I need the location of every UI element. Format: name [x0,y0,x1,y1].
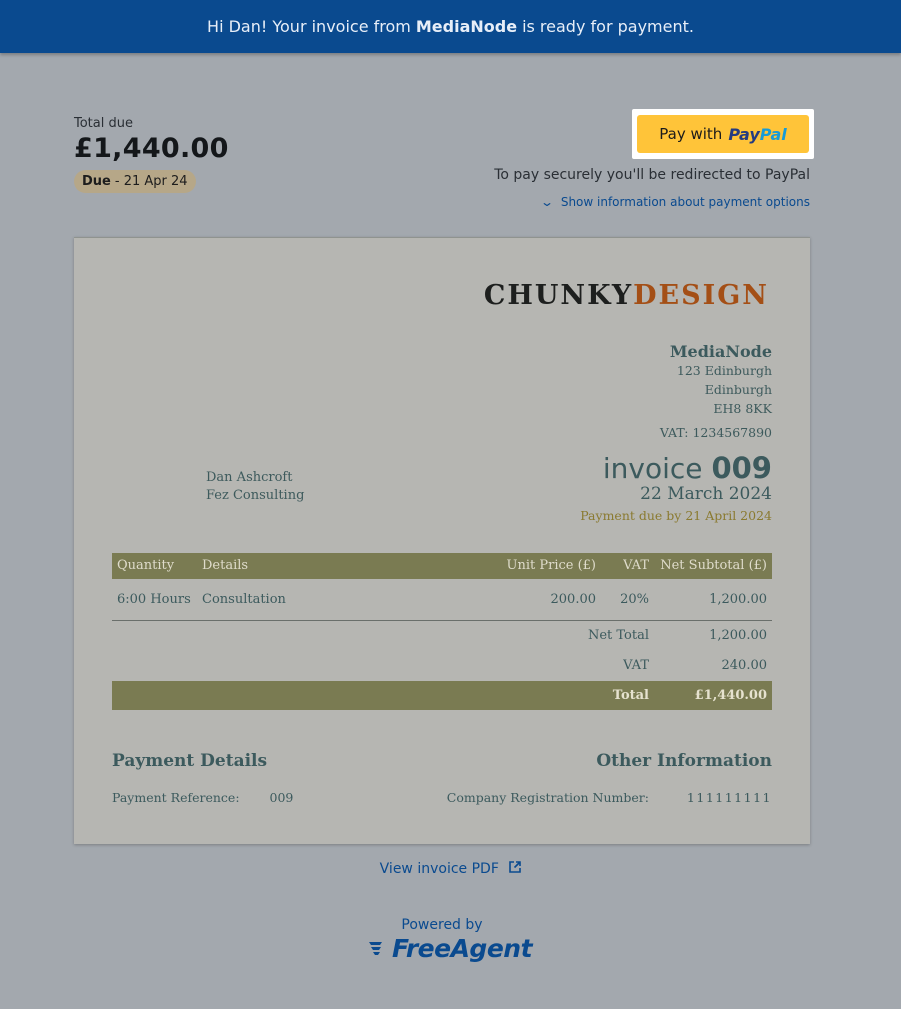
invoice-preview: CHUNKYDESIGN MediaNode 123 Edinburgh Edi… [74,237,810,844]
row-quantity: 6:00 Hours [117,592,191,607]
grand-total-label: Total [612,688,649,703]
sender-vat: VAT: 1234567890 [659,425,772,440]
invoice-title: invoice 009 [603,451,772,485]
header-details: Details [202,558,249,573]
invoice-number: 009 [711,451,772,485]
payment-reference-value: 009 [269,790,294,805]
freeagent-wing-icon [369,941,382,955]
header-quantity: Quantity [117,558,175,573]
payment-details-heading: Payment Details [112,751,268,771]
invoice-payment-due: Payment due by 21 April 2024 [580,508,772,523]
client-name: Dan Ashcroft [206,470,293,485]
paypal-button-frame: Pay with Pay Pal [632,109,814,159]
net-total-value: 1,200.00 [709,628,767,643]
invoice-items-table: Quantity Details Unit Price (£) VAT Net … [112,553,772,710]
pay-with-paypal-button[interactable]: Pay with Pay Pal [637,115,809,153]
company-registration: Company Registration Number: 111111111 [447,790,772,805]
sender-address-line: Edinburgh [704,382,772,397]
row-net-subtotal: 1,200.00 [709,592,767,607]
total-due-amount: £1,440.00 [74,133,229,164]
company-registration-label: Company Registration Number: [446,790,649,805]
invoice-title-word: invoice [602,452,703,485]
row-unit-price: 200.00 [550,592,597,607]
show-payment-options-link[interactable]: ⌄ Show information about payment options [539,195,810,209]
client-address: Dan Ashcroft Fez Consulting [206,469,304,505]
logo-part-1: CHUNKY [483,280,634,311]
freeagent-logo: FreeAgent [368,934,533,963]
net-total-row: Net Total 1,200.00 [112,621,772,651]
header-unit-price: Unit Price (£) [506,558,596,573]
due-date: - 21 Apr 24 [114,174,188,189]
payment-reference: Payment Reference: 009 [112,790,293,805]
payment-reference-label: Payment Reference: [112,790,240,805]
vat-total-label: VAT [623,658,649,673]
header-net-subtotal: Net Subtotal (£) [660,558,767,573]
chevron-down-icon: ⌄ [539,195,554,209]
other-information-heading: Other Information [596,751,772,771]
grand-total-value: £1,440.00 [694,688,767,703]
sender-address: MediaNode 123 Edinburgh Edinburgh EH8 8K… [660,342,772,440]
sender-name: MediaNode [669,342,772,361]
logo-part-2: DESIGN [633,280,769,311]
paypal-redirect-note: To pay securely you'll be redirected to … [494,167,810,183]
top-banner: Hi Dan! Your invoice from MediaNode is r… [0,0,901,53]
sender-address-line: EH8 8KK [713,401,772,416]
net-total-label: Net Total [587,628,649,643]
vat-total-row: VAT 240.00 [112,651,772,681]
company-registration-value: 111111111 [686,790,772,805]
sender-address-line: 123 Edinburgh [676,363,772,378]
due-date-badge: Due - 21 Apr 24 [74,170,196,193]
banner-prefix: Hi Dan! Your invoice from [207,17,411,36]
row-details: Consultation [202,592,286,607]
paypal-logo-pal: Pal [759,124,787,144]
banner-suffix: is ready for payment. [522,17,694,36]
freeagent-wordmark: FreeAgent [392,934,533,963]
banner-company: MediaNode [415,17,518,36]
table-header: Quantity Details Unit Price (£) VAT Net … [112,553,772,579]
show-payment-options-label: Show information about payment options [560,195,810,209]
total-due-label: Total due [74,116,133,131]
paypal-button-prefix: Pay with [659,125,723,143]
paypal-logo-pay: Pay [728,124,760,144]
due-label: Due [82,174,111,189]
view-invoice-pdf-label: View invoice PDF [379,861,499,877]
invoice-date: 22 March 2024 [640,484,772,504]
table-row: 6:00 Hours Consultation 200.00 20% 1,200… [112,579,772,621]
powered-by-label: Powered by [401,917,483,933]
grand-total-row: Total £1,440.00 [112,681,772,710]
header-vat: VAT [623,558,649,573]
company-logo: CHUNKYDESIGN [484,280,769,311]
client-company: Fez Consulting [206,488,305,503]
view-invoice-pdf-link[interactable]: View invoice PDF [0,861,901,877]
vat-total-value: 240.00 [721,658,768,673]
row-vat: 20% [620,592,649,607]
external-link-icon [509,861,522,877]
